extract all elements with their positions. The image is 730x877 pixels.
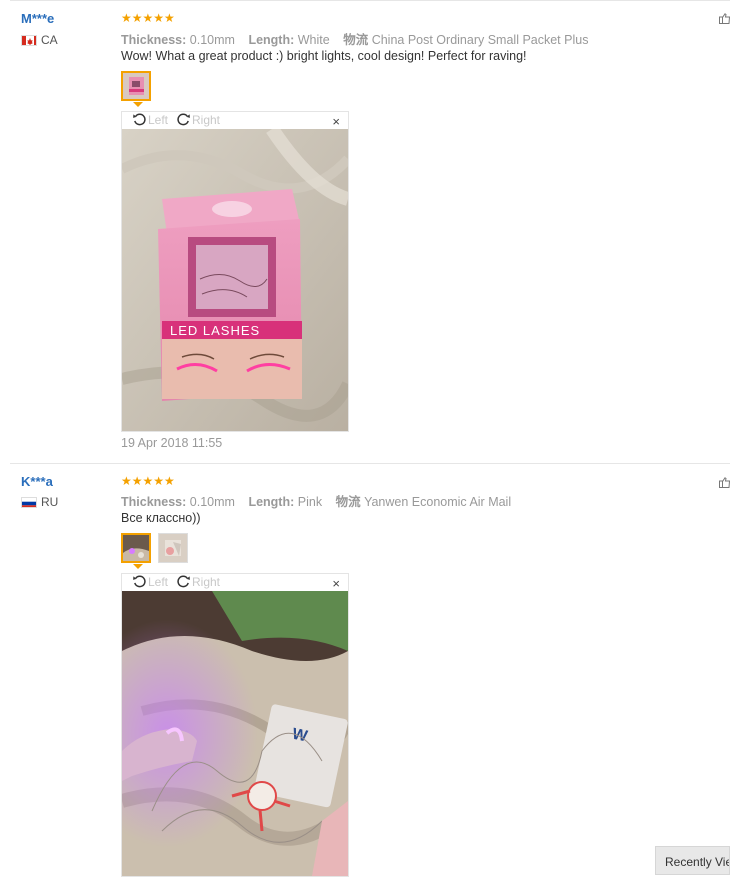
- viewer-toolbar: Left Right ×: [122, 112, 348, 129]
- country-code: CA: [41, 33, 58, 47]
- star-rating: ★★★★★: [121, 474, 175, 488]
- length-label: Length:: [248, 495, 295, 509]
- rotate-left-label: Left: [148, 112, 169, 127]
- box-label: LED LASHES: [170, 323, 260, 338]
- thickness-label: Thickness:: [121, 33, 187, 47]
- close-viewer-button[interactable]: ×: [332, 576, 340, 591]
- order-info: Thickness: 0.10mm Length: Pink 物流 Yanwen…: [121, 491, 511, 510]
- reviewer-country: CA: [21, 33, 58, 47]
- rotate-left-button[interactable]: Left: [132, 574, 168, 589]
- rotate-right-icon: [177, 113, 190, 126]
- country-code: RU: [41, 495, 59, 509]
- length-label: Length:: [248, 33, 295, 47]
- rotate-left-icon: [133, 113, 146, 126]
- logistics-value: China Post Ordinary Small Packet Plus: [371, 33, 589, 47]
- review-photo: LED LASHES: [122, 129, 348, 431]
- reviewer-country: RU: [21, 495, 58, 509]
- thickness-value: 0.10mm: [189, 495, 235, 509]
- recently-viewed-tab[interactable]: Recently Viewed: [655, 846, 730, 875]
- review-text: Все классно)): [121, 511, 201, 525]
- length-value: White: [297, 33, 330, 47]
- rotate-right-icon: [177, 575, 190, 588]
- logistics-label: 物流: [343, 33, 369, 47]
- reviewer-name[interactable]: K***a: [21, 474, 53, 489]
- photo-thumbnail[interactable]: [121, 71, 151, 107]
- rotate-right-button[interactable]: Right: [176, 574, 220, 589]
- photo-thumbnails: [121, 71, 151, 107]
- thickness-value: 0.10mm: [189, 33, 235, 47]
- logistics-value: Yanwen Economic Air Mail: [364, 495, 512, 509]
- logistics-label: 物流: [335, 495, 361, 509]
- russia-flag-icon: [21, 496, 37, 508]
- photo-viewer: Left Right × W: [121, 573, 349, 877]
- rotate-right-label: Right: [192, 574, 221, 589]
- canada-flag-icon: [21, 34, 37, 46]
- reviewer-name[interactable]: M***e: [21, 11, 54, 26]
- divider: [10, 0, 730, 1]
- thumbs-up-icon[interactable]: [719, 477, 730, 488]
- thumbs-up-icon[interactable]: [719, 13, 730, 24]
- close-viewer-button[interactable]: ×: [332, 114, 340, 129]
- rotate-right-button[interactable]: Right: [176, 112, 220, 127]
- photo-thumbnails: [121, 533, 188, 569]
- rotate-left-button[interactable]: Left: [132, 112, 168, 127]
- review-text: Wow! What a great product :) bright ligh…: [121, 49, 527, 63]
- order-info: Thickness: 0.10mm Length: White 物流 China…: [121, 29, 588, 48]
- thickness-label: Thickness:: [121, 495, 187, 509]
- rotate-left-label: Left: [148, 574, 169, 589]
- length-value: Pink: [297, 495, 323, 509]
- rotate-right-label: Right: [192, 112, 221, 127]
- divider: [10, 463, 730, 464]
- photo-thumbnail[interactable]: [158, 533, 188, 563]
- review-date: 19 Apr 2018 11:55: [121, 436, 223, 450]
- star-rating: ★★★★★: [121, 11, 175, 25]
- viewer-toolbar: Left Right ×: [122, 574, 348, 591]
- photo-thumbnail[interactable]: [121, 533, 151, 569]
- photo-viewer: Left Right × LED LASHES: [121, 111, 349, 432]
- rotate-left-icon: [133, 575, 146, 588]
- review-photo: W: [122, 591, 348, 876]
